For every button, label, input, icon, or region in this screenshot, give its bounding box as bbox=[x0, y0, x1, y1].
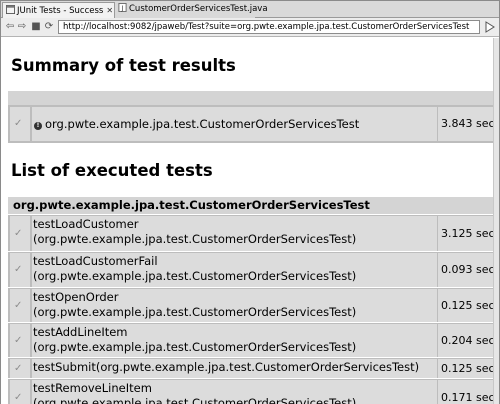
back-arrow-icon[interactable]: ⇦ bbox=[4, 21, 16, 33]
test-method-name[interactable]: testSubmit(org.pwte.example.jpa.test.Cus… bbox=[33, 360, 437, 375]
test-time-cell: 0.171 sec bbox=[438, 380, 493, 404]
forward-arrow-icon[interactable]: ⇨ bbox=[16, 21, 28, 33]
summary-time-cell: 3.843 sec bbox=[438, 107, 493, 141]
url-input[interactable]: http://localhost:9082/jpaweb/Test?suite=… bbox=[58, 20, 480, 34]
check-icon: ✓ bbox=[14, 118, 23, 129]
test-name-cell: testRemoveLineItem (org.pwte.example.jpa.… bbox=[32, 380, 437, 404]
tab-label: JUnit Tests - Success bbox=[17, 6, 104, 16]
test-status-cell: ✓ bbox=[10, 289, 30, 322]
test-name-cell: testSubmit(org.pwte.example.jpa.test.Cus… bbox=[32, 359, 437, 378]
test-time: 0.093 sec bbox=[441, 263, 493, 276]
test-row: ✓ testSubmit(org.pwte.example.jpa.test.Cu… bbox=[8, 358, 493, 378]
test-time-cell: 3.125 sec bbox=[438, 216, 493, 251]
test-row: ✓ testOpenOrder (org.pwte.example.jpa.test… bbox=[8, 288, 493, 322]
summary-heading: Summary of test results bbox=[11, 56, 236, 75]
test-time: 0.125 sec bbox=[441, 361, 493, 375]
test-class-name: (org.pwte.example.jpa.test.CustomerOrder… bbox=[33, 305, 357, 319]
summary-suite-cell: ! org.pwte.example.jpa.test.CustomerOrder… bbox=[32, 107, 437, 141]
tab-label: CustomerOrderServicesTest.java bbox=[129, 4, 268, 14]
browser-frame: JUnit Tests - Success ✕ J CustomerOrderSer… bbox=[0, 0, 500, 404]
executed-tests-heading: List of executed tests bbox=[11, 161, 213, 180]
test-name-cell: testLoadCustomerFail (org.pwte.example.jp… bbox=[32, 253, 437, 287]
test-class-name: (org.pwte.example.jpa.test.CustomerOrder… bbox=[33, 232, 357, 246]
test-time: 0.204 sec bbox=[441, 333, 493, 347]
test-status-cell: ✓ bbox=[10, 216, 30, 251]
go-arrow-icon[interactable] bbox=[485, 21, 495, 33]
info-icon: ! bbox=[34, 122, 42, 130]
stop-icon[interactable]: ■ bbox=[30, 21, 42, 33]
test-method-name[interactable]: testOpenOrder bbox=[33, 290, 437, 305]
tab-junit-tests[interactable]: JUnit Tests - Success ✕ bbox=[2, 2, 115, 18]
test-class-name: (org.pwte.example.jpa.test.CustomerOrder… bbox=[33, 340, 357, 354]
test-name-cell: testLoadCustomer (org.pwte.example.jpa.te… bbox=[32, 216, 437, 251]
test-row: ✓ testLoadCustomerFail (org.pwte.example.j… bbox=[8, 252, 493, 287]
test-name-cell: testAddLineItem (org.pwte.example.jpa.tes… bbox=[32, 324, 437, 357]
test-row: ✓ testRemoveLineItem (org.pwte.example.jpa… bbox=[8, 379, 493, 404]
summary-time: 3.843 sec bbox=[441, 117, 493, 130]
browser-icon bbox=[6, 5, 15, 14]
test-method-name[interactable]: testAddLineItem bbox=[33, 325, 437, 340]
test-status-cell: ✓ bbox=[10, 380, 30, 404]
test-row: ✓ testAddLineItem (org.pwte.example.jpa.te… bbox=[8, 323, 493, 357]
browser-toolbar: ⇦ ⇨ ■ ⟳ http://localhost:9082/jpaweb/Tes… bbox=[1, 18, 499, 37]
test-time-cell: 0.125 sec bbox=[438, 359, 493, 378]
tab-java-file[interactable]: J CustomerOrderServicesTest.java bbox=[115, 2, 268, 18]
test-group-header: org.pwte.example.jpa.test.CustomerOrderS… bbox=[8, 197, 493, 214]
check-icon: ✓ bbox=[14, 391, 23, 403]
check-icon: ✓ bbox=[14, 227, 23, 239]
test-method-name[interactable]: testLoadCustomer bbox=[33, 217, 437, 232]
summary-suite-name[interactable]: org.pwte.example.jpa.test.CustomerOrderS… bbox=[45, 117, 359, 131]
test-class-name: (org.pwte.example.jpa.test.CustomerOrder… bbox=[33, 269, 357, 283]
refresh-icon[interactable]: ⟳ bbox=[43, 21, 55, 33]
test-method-name[interactable]: testLoadCustomerFail bbox=[33, 254, 437, 269]
java-file-icon: J bbox=[118, 3, 127, 12]
test-time-cell: 0.204 sec bbox=[438, 324, 493, 357]
svg-text:J: J bbox=[121, 5, 124, 12]
test-time: 3.125 sec bbox=[441, 226, 493, 240]
test-status-cell: ✓ bbox=[10, 324, 30, 357]
editor-tab-bar: JUnit Tests - Success ✕ J CustomerOrderSer… bbox=[1, 1, 499, 18]
test-time: 0.171 sec bbox=[441, 390, 493, 404]
test-time-cell: 0.125 sec bbox=[438, 289, 493, 322]
test-method-name[interactable]: testRemoveLineItem bbox=[33, 381, 437, 396]
summary-row: ✓ ! org.pwte.example.jpa.test.CustomerOrd… bbox=[8, 105, 493, 143]
test-status-cell: ✓ bbox=[10, 359, 30, 378]
check-icon: ✓ bbox=[14, 334, 23, 346]
summary-status-cell: ✓ bbox=[10, 107, 30, 141]
close-icon[interactable]: ✕ bbox=[106, 3, 113, 18]
test-class-name: (org.pwte.example.jpa.test.CustomerOrder… bbox=[33, 396, 357, 404]
test-time: 0.125 sec bbox=[441, 298, 493, 312]
test-row: ✓ testLoadCustomer (org.pwte.example.jpa.t… bbox=[8, 215, 493, 251]
test-time-cell: 0.093 sec bbox=[438, 253, 493, 287]
check-icon: ✓ bbox=[14, 362, 23, 374]
summary-table-header bbox=[8, 91, 493, 105]
test-name-cell: testOpenOrder (org.pwte.example.jpa.test.… bbox=[32, 289, 437, 322]
browser-content: Summary of test results ✓ ! org.pwte.exam… bbox=[1, 38, 493, 404]
check-icon: ✓ bbox=[14, 299, 23, 311]
test-status-cell: ✓ bbox=[10, 253, 30, 287]
vertical-scrollbar[interactable] bbox=[493, 38, 499, 404]
check-icon: ✓ bbox=[14, 264, 23, 275]
